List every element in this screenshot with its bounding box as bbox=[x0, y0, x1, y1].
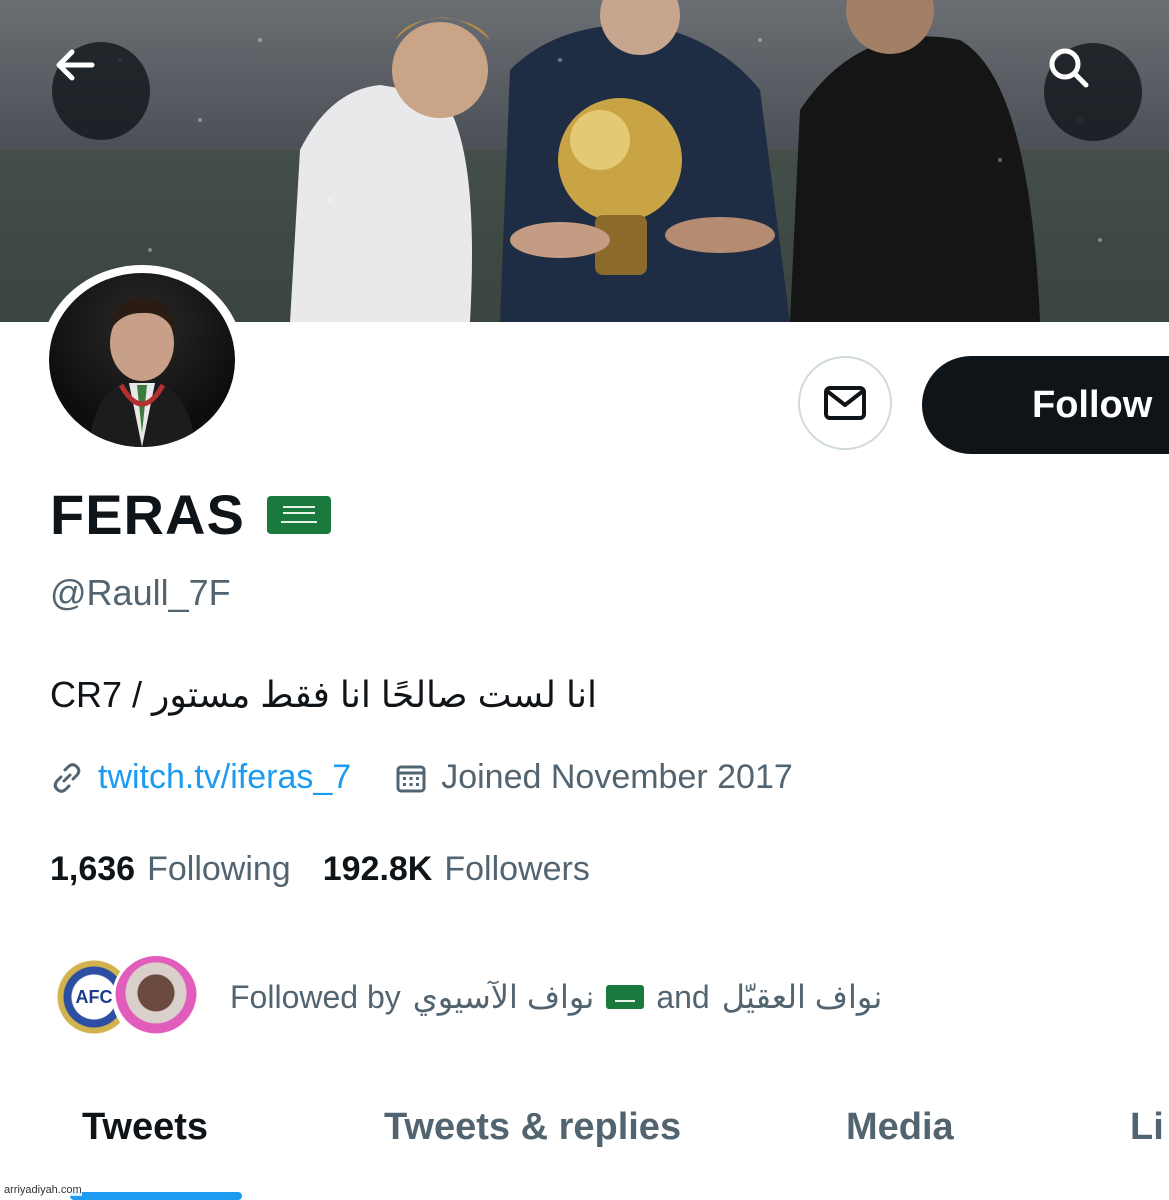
profile-avatar[interactable] bbox=[40, 265, 244, 455]
message-button[interactable] bbox=[798, 356, 892, 450]
follower-avatar bbox=[112, 953, 200, 1041]
profile-tabs: Tweets Tweets & replies Media Li bbox=[0, 1100, 1169, 1166]
following-stat[interactable]: 1,636 Following bbox=[50, 850, 291, 889]
search-button[interactable] bbox=[1044, 43, 1142, 141]
active-tab-indicator bbox=[70, 1192, 242, 1200]
envelope-icon bbox=[824, 386, 866, 420]
name-row: FERAS bbox=[50, 482, 331, 547]
calendar-icon bbox=[396, 765, 426, 792]
tab-tweets-and-replies[interactable]: Tweets & replies bbox=[384, 1106, 681, 1149]
follow-button[interactable]: Follow bbox=[922, 356, 1169, 454]
follow-button-label: Follow bbox=[1032, 383, 1153, 426]
following-count: 1,636 bbox=[50, 850, 136, 888]
followed-by-text: Followed by نواف الآسيوي and نواف العقيّ… bbox=[230, 978, 882, 1016]
followed-by-second-name: نواف العقيّل bbox=[721, 979, 883, 1015]
tab-media[interactable]: Media bbox=[846, 1106, 954, 1149]
avatar-photo bbox=[49, 273, 235, 447]
watermark: arriyadiyah.com bbox=[4, 1184, 82, 1196]
join-date-text: Joined November 2017 bbox=[441, 758, 793, 796]
profile-link-text[interactable]: twitch.tv/iferas_7 bbox=[98, 758, 351, 797]
link-icon bbox=[53, 762, 81, 793]
followed-by-first-name: نواف الآسيوي bbox=[412, 979, 595, 1015]
following-label: Following bbox=[147, 850, 291, 888]
profile-link[interactable]: twitch.tv/iferas_7 bbox=[50, 758, 351, 797]
tab-tweets[interactable]: Tweets bbox=[82, 1106, 208, 1149]
search-icon bbox=[1049, 48, 1089, 88]
followed-by-prefix: Followed by bbox=[230, 978, 401, 1015]
followers-count: 192.8K bbox=[322, 850, 433, 888]
follow-stats: 1,636 Following 192.8K Followers bbox=[50, 850, 590, 889]
tab-likes[interactable]: Li bbox=[1130, 1106, 1164, 1149]
profile-page: Follow FERAS @Raull_7F انا لست صالحًا ان… bbox=[0, 0, 1169, 1200]
display-name: FERAS bbox=[50, 483, 245, 546]
arrow-left-icon bbox=[56, 49, 95, 81]
join-date: Joined November 2017 bbox=[395, 758, 793, 797]
saudi-flag-icon bbox=[266, 495, 331, 534]
back-button[interactable] bbox=[52, 42, 150, 140]
followed-by-connector: and bbox=[656, 978, 710, 1015]
followers-stat[interactable]: 192.8K Followers bbox=[323, 850, 590, 889]
user-bio: انا لست صالحًا انا فقط مستور / CR7 bbox=[50, 674, 598, 715]
user-handle: @Raull_7F bbox=[50, 572, 231, 613]
followers-label: Followers bbox=[444, 850, 590, 888]
followed-by-row[interactable]: AFC Followed by نواف الآسيوي and نواف ال… bbox=[50, 952, 882, 1042]
saudi-flag-icon bbox=[606, 985, 645, 1009]
profile-meta: twitch.tv/iferas_7 Joined November 2017 bbox=[50, 758, 793, 797]
